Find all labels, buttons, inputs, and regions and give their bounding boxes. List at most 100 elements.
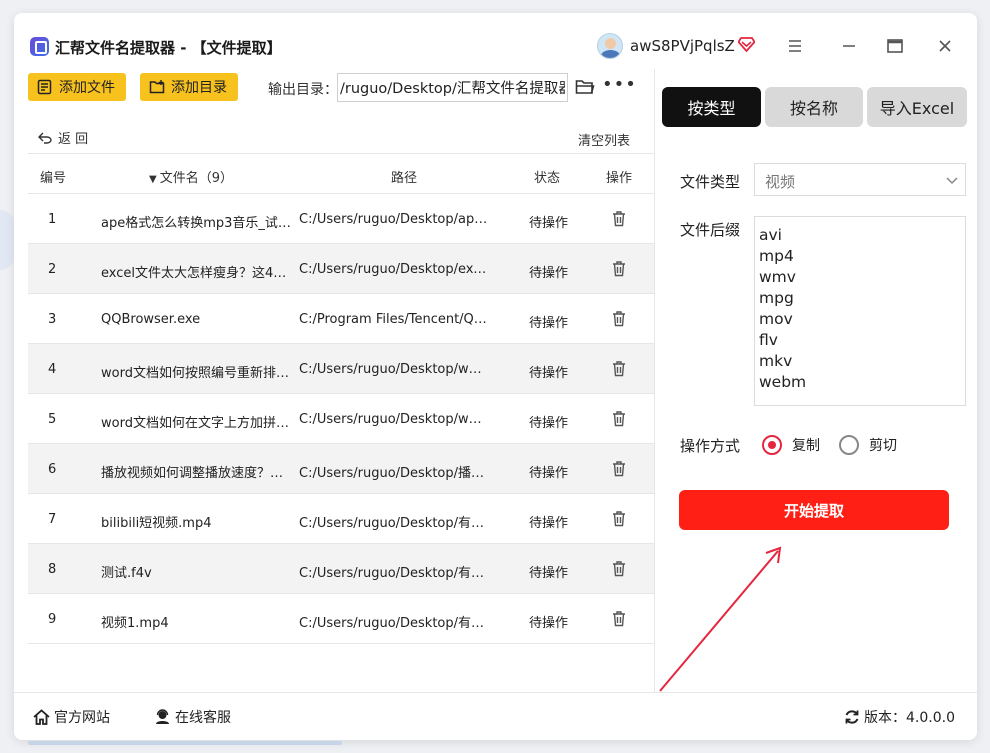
trash-icon[interactable] [611, 410, 627, 427]
tab-import-excel[interactable]: 导入Excel [867, 87, 967, 127]
row-no: 9 [48, 612, 57, 627]
radio-copy-label: 复制 [792, 438, 820, 454]
output-dir-input[interactable] [337, 73, 568, 102]
ext-item[interactable]: mov [759, 309, 965, 330]
table-row[interactable]: 5 word文档如何在文字上方加拼音… C:/Users/ruguo/Desktop… [28, 394, 654, 444]
table-row[interactable]: 6 播放视频如何调整播放速度？手… C:/Users/ruguo/Desktop/播… [28, 444, 654, 494]
header-op: 操作 [606, 171, 633, 186]
table-row[interactable]: 8 测试.f4v C:/Users/ruguo/Desktop/有用… 待操作 [28, 544, 654, 594]
trash-icon[interactable] [611, 510, 627, 527]
ext-item[interactable]: mkv [759, 351, 965, 372]
minimize-icon[interactable] [838, 35, 860, 57]
row-path: C:/Users/ruguo/Desktop/ape… [299, 212, 489, 227]
row-status: 待操作 [529, 366, 569, 381]
add-file-button[interactable]: 添加文件 [28, 73, 126, 101]
ext-item[interactable]: wmv [759, 267, 965, 288]
row-file-name: word文档如何按照编号重新排序… [101, 366, 291, 381]
user-avatar[interactable] [597, 33, 623, 59]
row-file-name: QQBrowser.exe [101, 312, 201, 327]
table-row[interactable]: 3 QQBrowser.exe C:/Program Files/Tencent/Q… [28, 294, 654, 344]
ext-item[interactable]: avi [759, 225, 965, 246]
ext-item[interactable]: mpg [759, 288, 965, 309]
ext-item[interactable]: mp4 [759, 246, 965, 267]
row-status: 待操作 [529, 566, 569, 581]
row-path: C:/Program Files/Tencent/QQ… [299, 312, 489, 327]
row-path: C:/Users/ruguo/Desktop/有用… [299, 616, 489, 631]
more-options-icon[interactable]: ••• [602, 76, 636, 96]
row-file-name: 播放视频如何调整播放速度？手… [101, 466, 291, 481]
vip-diamond-icon[interactable] [738, 37, 755, 52]
tab-by-type[interactable]: 按类型 [662, 87, 761, 127]
header-path: 路径 [391, 171, 418, 186]
add-directory-label: 添加目录 [171, 79, 227, 95]
row-status: 待操作 [529, 266, 569, 281]
row-path: C:/Users/ruguo/Desktop/有用… [299, 566, 489, 581]
refresh-icon[interactable] [844, 709, 860, 725]
file-type-select[interactable]: 视频 [754, 163, 966, 196]
back-label: 返 回 [58, 132, 89, 147]
row-path: C:/Users/ruguo/Desktop/wor… [299, 412, 489, 427]
row-status: 待操作 [529, 516, 569, 531]
start-extract-button[interactable]: 开始提取 [679, 490, 949, 530]
table-row[interactable]: 1 ape格式怎么转换mp3音乐_试试… C:/Users/ruguo/Deskto… [28, 194, 654, 244]
row-no: 4 [48, 362, 57, 377]
row-no: 5 [48, 412, 57, 427]
row-path: C:/Users/ruguo/Desktop/有用… [299, 516, 489, 531]
file-type-value: 视频 [765, 173, 796, 191]
add-file-label: 添加文件 [59, 79, 115, 95]
table-row[interactable]: 2 excel文件太大怎样瘦身？这4个… C:/Users/ruguo/Deskto… [28, 244, 654, 294]
options-panel: 按类型 按名称 导入Excel 文件类型 视频 文件后缀 avi mp4 wmv mp… [654, 69, 977, 692]
row-file-name: bilibili短视频.mp4 [101, 516, 212, 531]
trash-icon[interactable] [611, 310, 627, 327]
row-file-name: word文档如何在文字上方加拼音… [101, 416, 291, 431]
clear-list-button[interactable]: 清空列表 [578, 130, 630, 149]
table-row[interactable]: 4 word文档如何按照编号重新排序… C:/Users/ruguo/Desktop… [28, 344, 654, 394]
tab-by-name[interactable]: 按名称 [765, 87, 863, 127]
online-service-link[interactable]: 在线客服 [154, 707, 231, 727]
file-type-label: 文件类型 [680, 173, 741, 191]
horizontal-scrollbar[interactable] [28, 741, 342, 745]
radio-copy[interactable]: 复制 [762, 435, 820, 455]
official-site-link[interactable]: 官方网站 [33, 707, 110, 727]
row-status: 待操作 [529, 616, 569, 631]
row-no: 3 [48, 312, 57, 327]
table-row[interactable]: 7 bilibili短视频.mp4 C:/Users/ruguo/Desktop/有… [28, 494, 654, 544]
maximize-icon[interactable] [884, 35, 906, 57]
table-body: 1 ape格式怎么转换mp3音乐_试试… C:/Users/ruguo/Deskto… [28, 194, 654, 644]
close-icon[interactable] [934, 35, 956, 57]
chevron-down-icon [946, 177, 958, 185]
back-button[interactable]: 返 回 [38, 128, 88, 147]
row-status: 待操作 [529, 416, 569, 431]
row-file-name: ape格式怎么转换mp3音乐_试试… [101, 216, 291, 231]
radio-copy-dot [762, 435, 782, 455]
support-agent-icon [156, 709, 169, 724]
row-no: 2 [48, 262, 57, 277]
trash-icon[interactable] [611, 360, 627, 377]
header-name[interactable]: ▼ 文件名（9） [149, 167, 233, 186]
row-path: C:/Users/ruguo/Desktop/播放… [299, 466, 489, 481]
trash-icon[interactable] [611, 610, 627, 627]
file-table: 编号 ▼ 文件名（9） 路径 状态 操作 1 ape格式怎么转换mp3音乐_试试… C… [28, 153, 654, 644]
table-row[interactable]: 9 视频1.mp4 C:/Users/ruguo/Desktop/有用… 待操作 [28, 594, 654, 644]
menu-icon[interactable] [784, 35, 806, 57]
ext-item[interactable]: flv [759, 330, 965, 351]
row-path: C:/Users/ruguo/Desktop/wor… [299, 362, 489, 377]
file-ext-list[interactable]: avi mp4 wmv mpg mov flv mkv webm [754, 216, 966, 406]
ext-item[interactable]: webm [759, 372, 965, 393]
folder-open-icon[interactable] [575, 78, 595, 96]
trash-icon[interactable] [611, 260, 627, 277]
add-directory-button[interactable]: 添加目录 [140, 73, 238, 101]
official-site-label: 官方网站 [54, 710, 110, 726]
online-service-label: 在线客服 [175, 710, 231, 726]
trash-icon[interactable] [611, 210, 627, 227]
sort-desc-icon: ▼ [149, 174, 157, 185]
status-bar: 官方网站 在线客服 版本：4.0.0.0 [14, 692, 977, 740]
add-file-icon [37, 79, 52, 95]
username[interactable]: awS8PVjPqlsZ [630, 37, 735, 55]
add-folder-icon [149, 80, 165, 94]
header-status: 状态 [534, 171, 561, 186]
radio-cut[interactable]: 剪切 [839, 435, 897, 455]
trash-icon[interactable] [611, 460, 627, 477]
radio-cut-label: 剪切 [869, 438, 897, 454]
trash-icon[interactable] [611, 560, 627, 577]
